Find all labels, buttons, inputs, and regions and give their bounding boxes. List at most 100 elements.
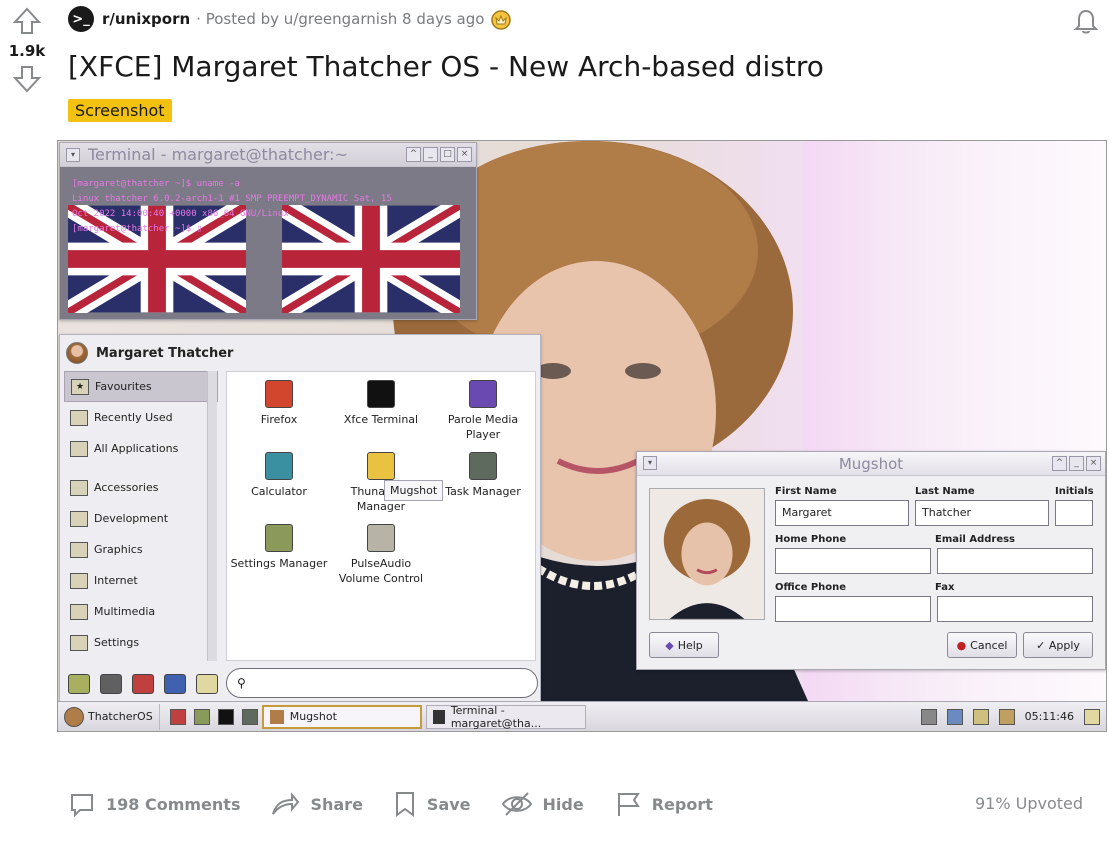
menu-search-input[interactable]: ⚲ [226,668,538,698]
upvote-icon[interactable] [12,6,42,36]
maximize-icon[interactable]: □ [440,147,455,162]
notification-bell-icon[interactable] [1071,6,1101,36]
last-name-field[interactable]: Thatcher [915,500,1049,526]
terminal-body[interactable]: [margaret@thatcher ~]$ uname -a Linux th… [60,167,476,319]
apply-button[interactable]: ✓ Apply [1023,632,1093,658]
comments-button[interactable]: 198 Comments [68,790,240,818]
minimize-icon[interactable]: _ [423,147,438,162]
comments-label: 198 Comments [106,794,241,814]
post-flair[interactable]: Screenshot [68,99,172,122]
category-accessories[interactable]: Accessories [64,472,218,503]
office-phone-field[interactable] [775,596,931,622]
switch-user-icon[interactable] [132,674,154,694]
mugshot-title: Mugshot [838,454,904,473]
mugshot-dialog[interactable]: ▾ Mugshot ^ _ × First Name Margaret Last… [636,451,1106,670]
launcher-icon[interactable] [193,708,210,725]
category-label: Recently Used [94,411,173,424]
window-menu-icon[interactable]: ▾ [643,456,657,470]
category-development[interactable]: Development [64,503,218,534]
menu-footer: ⚲ [60,662,540,706]
terminal-output: [margaret@thatcher ~]$ uname -a Linux th… [60,167,476,247]
app-parole[interactable]: Parole Media Player [433,380,533,442]
task-terminal[interactable]: Terminal - margaret@tha... [425,703,586,730]
edit-menu-icon[interactable] [164,674,186,694]
app-pulseaudio[interactable]: PulseAudio Volume Control [331,524,431,586]
email-field[interactable] [937,548,1093,574]
desktop-screenshot[interactable]: ▾ Terminal - margaret@thatcher:~ ^ _ □ × [57,140,1107,732]
hide-button[interactable]: Hide [501,790,584,818]
lock-screen-icon[interactable] [100,674,122,694]
menu-username: Margaret Thatcher [96,345,234,361]
category-recently-used[interactable]: Recently Used [64,402,218,433]
clock[interactable]: 05:11:46 [1025,710,1074,723]
app-firefox[interactable]: Firefox [229,380,329,427]
home-phone-field[interactable] [775,548,931,574]
settings-icon[interactable] [68,674,90,694]
close-icon[interactable]: × [1086,456,1101,471]
fax-label: Fax [935,582,955,593]
log-out-icon[interactable] [196,674,218,694]
terminal-window[interactable]: ▾ Terminal - margaret@thatcher:~ ^ _ □ × [59,142,477,320]
category-internet[interactable]: Internet [64,565,218,596]
app-xfce-terminal[interactable]: Xfce Terminal [331,380,431,427]
category-favourites[interactable]: ★ Favourites [64,371,218,402]
category-multimedia[interactable]: Multimedia [64,596,218,627]
help-button[interactable]: ◆ Help [649,632,719,658]
category-label: All Applications [94,442,179,455]
downvote-icon[interactable] [12,64,42,94]
terminal-line: [margaret@thatcher ~]$ uname -a [72,179,240,189]
category-all-applications[interactable]: All Applications [64,433,218,464]
category-scrollbar[interactable] [207,371,217,661]
profile-photo[interactable] [649,488,765,620]
hide-label: Hide [542,794,584,814]
notification-icon[interactable] [998,708,1015,725]
help-label: Help [677,638,703,652]
app-task-manager[interactable]: Task Manager [433,452,533,499]
terminal-titlebar[interactable]: ▾ Terminal - margaret@thatcher:~ ^ _ □ × [60,143,476,167]
first-name-field[interactable]: Margaret [775,500,909,526]
tooltip: Mugshot [384,480,444,501]
posted-by: · Posted by u/greengarnish 8 days ago [196,10,485,28]
category-graphics[interactable]: Graphics [64,534,218,565]
task-label: Terminal - margaret@tha... [450,703,542,730]
development-icon [70,510,88,527]
close-icon[interactable]: × [457,147,472,162]
window-menu-icon[interactable]: ▾ [66,147,80,162]
fax-field[interactable] [937,596,1093,622]
workspace-switcher-icon[interactable] [920,708,937,725]
save-button[interactable]: Save [393,790,471,818]
shade-icon[interactable]: ^ [1052,456,1067,471]
network-icon[interactable] [946,708,963,725]
app-label: PulseAudio Volume Control [338,557,424,585]
minimize-icon[interactable]: _ [1069,456,1084,471]
initials-field[interactable] [1055,500,1093,526]
cancel-button[interactable]: ● Cancel [947,632,1017,658]
whisker-menu[interactable]: Margaret Thatcher ★ Favourites Recently U… [59,334,541,707]
terminal-line: Oct 2022 14:00:40 +0000 x86_64 GNU/Linux [72,209,289,219]
category-label: Internet [94,574,138,587]
mugshot-titlebar[interactable]: ▾ Mugshot ^ _ × [637,452,1105,476]
subreddit-link[interactable]: r/unixporn [102,10,190,28]
volume-icon[interactable] [972,708,989,725]
post-title[interactable]: [XFCE] Margaret Thatcher OS - New Arch-b… [68,50,824,83]
report-button[interactable]: Report [614,790,713,818]
shade-icon[interactable]: ^ [406,147,421,162]
app-settings-manager[interactable]: Settings Manager [229,524,329,571]
start-button[interactable]: ThatcherOS [58,703,160,730]
app-calculator[interactable]: Calculator [229,452,329,499]
launcher-icon[interactable] [241,708,258,725]
terminal-icon [367,380,395,408]
multimedia-icon [70,603,88,620]
post-meta: >_ r/unixporn · Posted by u/greengarnish… [68,6,512,32]
share-button[interactable]: Share [270,790,363,818]
award-icon[interactable] [490,8,512,30]
subreddit-icon[interactable]: >_ [68,6,94,32]
bookmark-icon [395,792,414,817]
launcher-icon[interactable] [217,708,234,725]
category-settings[interactable]: Settings [64,627,218,658]
thatcher-avatar-icon [64,706,84,727]
launcher-icon[interactable] [169,708,186,725]
home-phone-label: Home Phone [775,534,847,545]
task-mugshot[interactable]: Mugshot [261,704,422,729]
user-menu-icon[interactable] [1084,708,1100,725]
